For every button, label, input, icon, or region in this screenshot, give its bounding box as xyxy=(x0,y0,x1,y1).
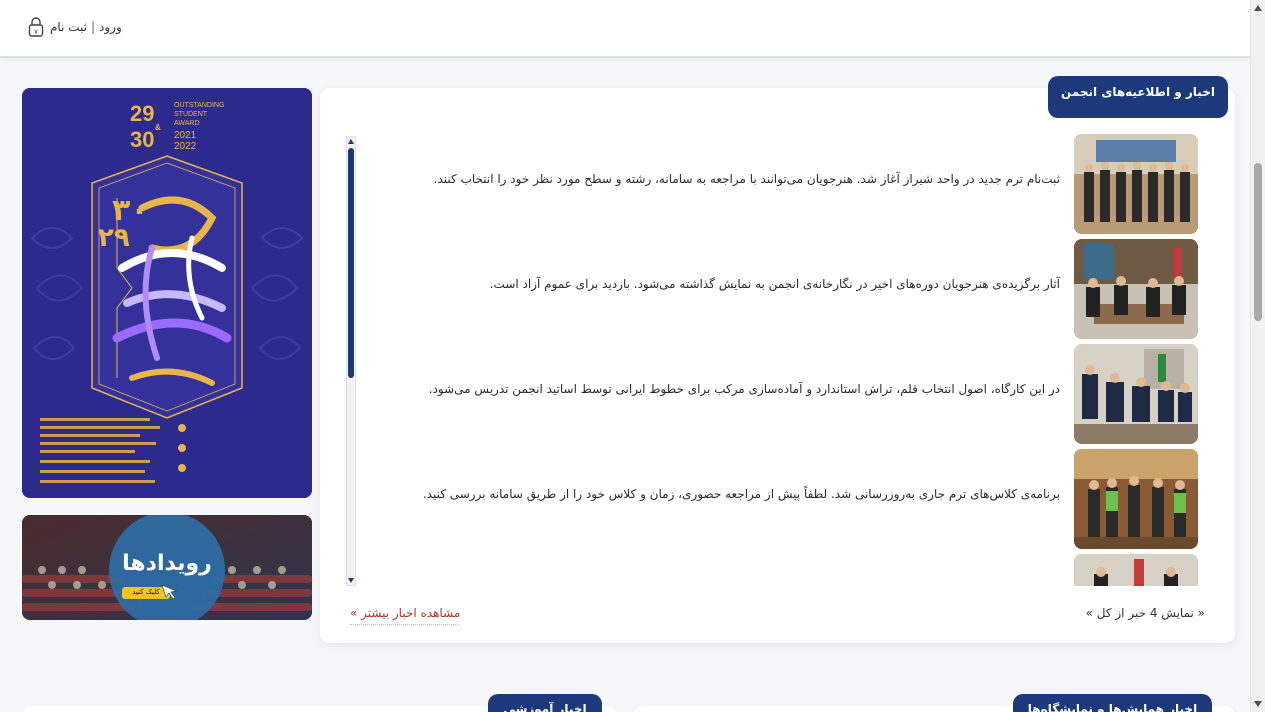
separator: | xyxy=(90,20,96,34)
auth-text: ورود | ثبت نام xyxy=(50,20,122,34)
news-card: اخبار و اطلاعیه‌های انجمن xyxy=(320,76,1235,643)
lock-icon: ۷ xyxy=(28,17,44,37)
news-thumbnail[interactable] xyxy=(1074,239,1198,339)
poster-big-29: ۲۹ xyxy=(98,223,130,253)
events-cta[interactable]: کلیک کنید xyxy=(122,588,170,596)
scroll-down-icon[interactable] xyxy=(1254,701,1262,707)
poster-number-29: 29 xyxy=(130,101,154,126)
more-news-link[interactable]: مشاهده اخبار بیشتر » xyxy=(350,606,461,625)
top-header: ۷ ورود | ثبت نام xyxy=(0,0,1250,58)
conference-news-tab[interactable]: اخبار همایش‌ها و نمایشگاه‌ها xyxy=(1013,694,1212,712)
events-banner[interactable]: رویدادها کلیک کنید xyxy=(22,515,312,620)
news-count-label: « نمایش 4 خبر از کل » xyxy=(1085,606,1205,620)
news-text[interactable]: در این کارگاه، اصول انتخاب قلم، تراش است… xyxy=(429,382,1060,396)
conference-news-title: اخبار همایش‌ها و نمایشگاه‌ها xyxy=(1027,702,1198,712)
educational-news-title: اخبار آموزشی xyxy=(503,702,587,712)
news-tab[interactable]: اخبار و اطلاعیه‌های انجمن xyxy=(1048,76,1228,118)
news-text[interactable]: ثبت‌نام ترم جدید در واحد شیراز آغاز شد. … xyxy=(434,172,1060,186)
auth-links: ۷ ورود | ثبت نام xyxy=(28,16,122,38)
poster-en-line-3: AWARD xyxy=(174,120,200,127)
news-item[interactable] xyxy=(346,554,1198,586)
news-thumbnail[interactable] xyxy=(1074,134,1198,234)
page-scrollbar[interactable] xyxy=(1250,0,1265,712)
award-poster[interactable]: 29 30 & OUTSTANDING STUDENT AWARD 2021 2… xyxy=(22,88,312,498)
page-scroll-thumb[interactable] xyxy=(1254,163,1262,321)
news-text[interactable]: برنامه‌ی کلاس‌های ترم جاری به‌روزرسانی ش… xyxy=(423,487,1060,501)
news-item[interactable]: آثار برگزیده‌ی هنرجویان دوره‌های اخیر در… xyxy=(346,239,1198,339)
login-link[interactable]: ورود xyxy=(99,20,122,34)
educational-news-tab[interactable]: اخبار آموزشی xyxy=(488,694,602,712)
poster-year-2: 2022 xyxy=(174,141,197,152)
news-thumbnail[interactable] xyxy=(1074,344,1198,444)
scroll-up-icon[interactable] xyxy=(1254,5,1262,11)
news-item[interactable]: ثبت‌نام ترم جدید در واحد شیراز آغاز شد. … xyxy=(346,134,1198,234)
svg-text:۷: ۷ xyxy=(34,28,38,36)
news-item[interactable]: برنامه‌ی کلاس‌های ترم جاری به‌روزرسانی ش… xyxy=(346,449,1198,549)
news-tab-title: اخبار و اطلاعیه‌های انجمن xyxy=(1061,85,1215,99)
register-link[interactable]: ثبت نام xyxy=(50,20,87,34)
poster-en-line-1: OUTSTANDING xyxy=(174,102,224,109)
poster-year-1: 2021 xyxy=(174,130,197,141)
poster-number-30: 30 xyxy=(130,127,154,152)
poster-en-line-2: STUDENT xyxy=(174,111,208,118)
news-item[interactable]: در این کارگاه، اصول انتخاب قلم، تراش است… xyxy=(346,344,1198,444)
news-list: ثبت‌نام ترم جدید در واحد شیراز آغاز شد. … xyxy=(346,134,1198,586)
news-thumbnail[interactable] xyxy=(1074,449,1198,549)
svg-text:&: & xyxy=(155,123,161,132)
news-thumbnail[interactable] xyxy=(1074,554,1198,586)
news-text[interactable]: آثار برگزیده‌ی هنرجویان دوره‌های اخیر در… xyxy=(490,277,1060,291)
events-title: رویدادها xyxy=(122,551,212,576)
